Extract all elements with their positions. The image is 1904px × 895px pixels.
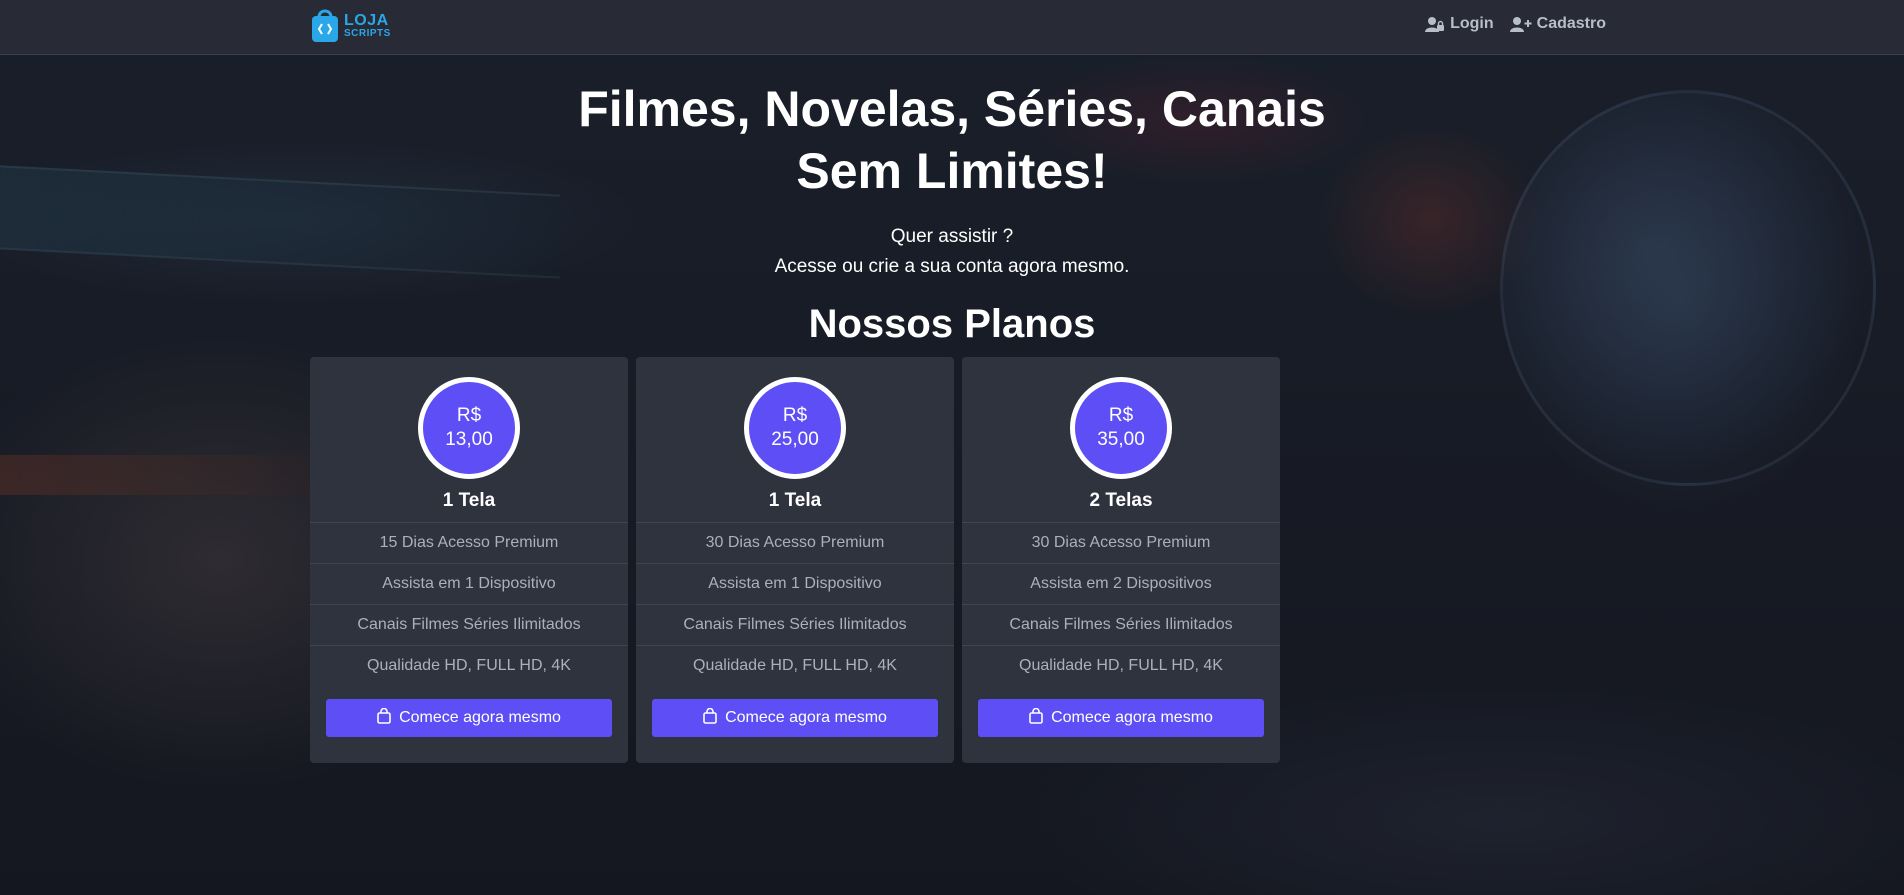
feature-list: 30 Dias Acesso Premium Assista em 2 Disp… bbox=[962, 522, 1280, 686]
hero-title: Filmes, Novelas, Séries, Canais Sem Limi… bbox=[0, 78, 1904, 202]
feature-item: Qualidade HD, FULL HD, 4K bbox=[310, 645, 628, 686]
logo-line2: SCRIPTS bbox=[344, 28, 391, 39]
price-currency: R$ bbox=[782, 405, 808, 426]
plan-card: R$ 35,00 2 Telas 30 Dias Acesso Premium … bbox=[962, 357, 1280, 763]
login-link[interactable]: Login bbox=[1425, 15, 1494, 33]
nav-links: Login Cadastro bbox=[1425, 15, 1606, 33]
feature-item: Qualidade HD, FULL HD, 4K bbox=[962, 645, 1280, 686]
start-now-button[interactable]: Comece agora mesmo bbox=[326, 699, 612, 737]
price-value: 35,00 bbox=[1097, 429, 1145, 450]
feature-item: Qualidade HD, FULL HD, 4K bbox=[636, 645, 954, 686]
cadastro-link[interactable]: Cadastro bbox=[1509, 15, 1606, 33]
plan-name: 1 Tela bbox=[768, 490, 822, 511]
feature-item: 30 Dias Acesso Premium bbox=[636, 522, 954, 563]
shopping-bag-icon bbox=[703, 707, 717, 729]
hero-subtitle-line2: Acesse ou crie a sua conta agora mesmo. bbox=[774, 256, 1130, 277]
price-badge: R$ 35,00 bbox=[1070, 377, 1172, 479]
price-badge: R$ 25,00 bbox=[744, 377, 846, 479]
start-now-button[interactable]: Comece agora mesmo bbox=[978, 699, 1264, 737]
plan-name: 1 Tela bbox=[442, 490, 496, 511]
user-lock-icon bbox=[1425, 16, 1445, 32]
user-plus-icon bbox=[1509, 16, 1532, 32]
logo-text: LOJA SCRIPTS bbox=[344, 13, 391, 39]
price-value: 13,00 bbox=[445, 429, 493, 450]
shopping-bag-icon bbox=[1029, 707, 1043, 729]
logo-line1: LOJA bbox=[344, 12, 389, 29]
price-value: 25,00 bbox=[771, 429, 819, 450]
plan-name: 2 Telas bbox=[1089, 490, 1153, 511]
logo[interactable]: LOJA SCRIPTS bbox=[310, 5, 391, 43]
feature-item: Assista em 1 Dispositivo bbox=[310, 563, 628, 604]
hero-title-line1: Filmes, Novelas, Séries, Canais bbox=[578, 81, 1326, 137]
hero: Filmes, Novelas, Séries, Canais Sem Limi… bbox=[0, 54, 1904, 352]
plan-card: R$ 13,00 1 Tela 15 Dias Acesso Premium A… bbox=[310, 357, 628, 763]
cadastro-label: Cadastro bbox=[1536, 15, 1606, 32]
login-label: Login bbox=[1450, 15, 1494, 32]
feature-item: Assista em 1 Dispositivo bbox=[636, 563, 954, 604]
feature-item: Assista em 2 Dispositivos bbox=[962, 563, 1280, 604]
navbar: LOJA SCRIPTS Login Cadastro bbox=[0, 0, 1904, 55]
start-now-label: Comece agora mesmo bbox=[725, 709, 887, 726]
hero-subtitle: Quer assistir ? Acesse ou crie a sua con… bbox=[0, 222, 1904, 282]
feature-item: Canais Filmes Séries Ilimitados bbox=[962, 604, 1280, 645]
feature-list: 30 Dias Acesso Premium Assista em 1 Disp… bbox=[636, 522, 954, 686]
hero-title-line2: Sem Limites! bbox=[796, 143, 1108, 199]
plan-card: R$ 25,00 1 Tela 30 Dias Acesso Premium A… bbox=[636, 357, 954, 763]
plans-title: Nossos Planos bbox=[808, 302, 1096, 346]
start-now-button[interactable]: Comece agora mesmo bbox=[652, 699, 938, 737]
hero-subtitle-line1: Quer assistir ? bbox=[890, 226, 1014, 247]
shopping-bag-icon bbox=[310, 5, 340, 43]
feature-item: 30 Dias Acesso Premium bbox=[962, 522, 1280, 563]
price-badge: R$ 13,00 bbox=[418, 377, 520, 479]
shopping-bag-icon bbox=[377, 707, 391, 729]
price-currency: R$ bbox=[1108, 405, 1134, 426]
feature-item: Canais Filmes Séries Ilimitados bbox=[310, 604, 628, 645]
plans-list: R$ 13,00 1 Tela 15 Dias Acesso Premium A… bbox=[310, 357, 1280, 763]
start-now-label: Comece agora mesmo bbox=[1051, 709, 1213, 726]
feature-item: 15 Dias Acesso Premium bbox=[310, 522, 628, 563]
start-now-label: Comece agora mesmo bbox=[399, 709, 561, 726]
price-currency: R$ bbox=[456, 405, 482, 426]
feature-item: Canais Filmes Séries Ilimitados bbox=[636, 604, 954, 645]
feature-list: 15 Dias Acesso Premium Assista em 1 Disp… bbox=[310, 522, 628, 686]
